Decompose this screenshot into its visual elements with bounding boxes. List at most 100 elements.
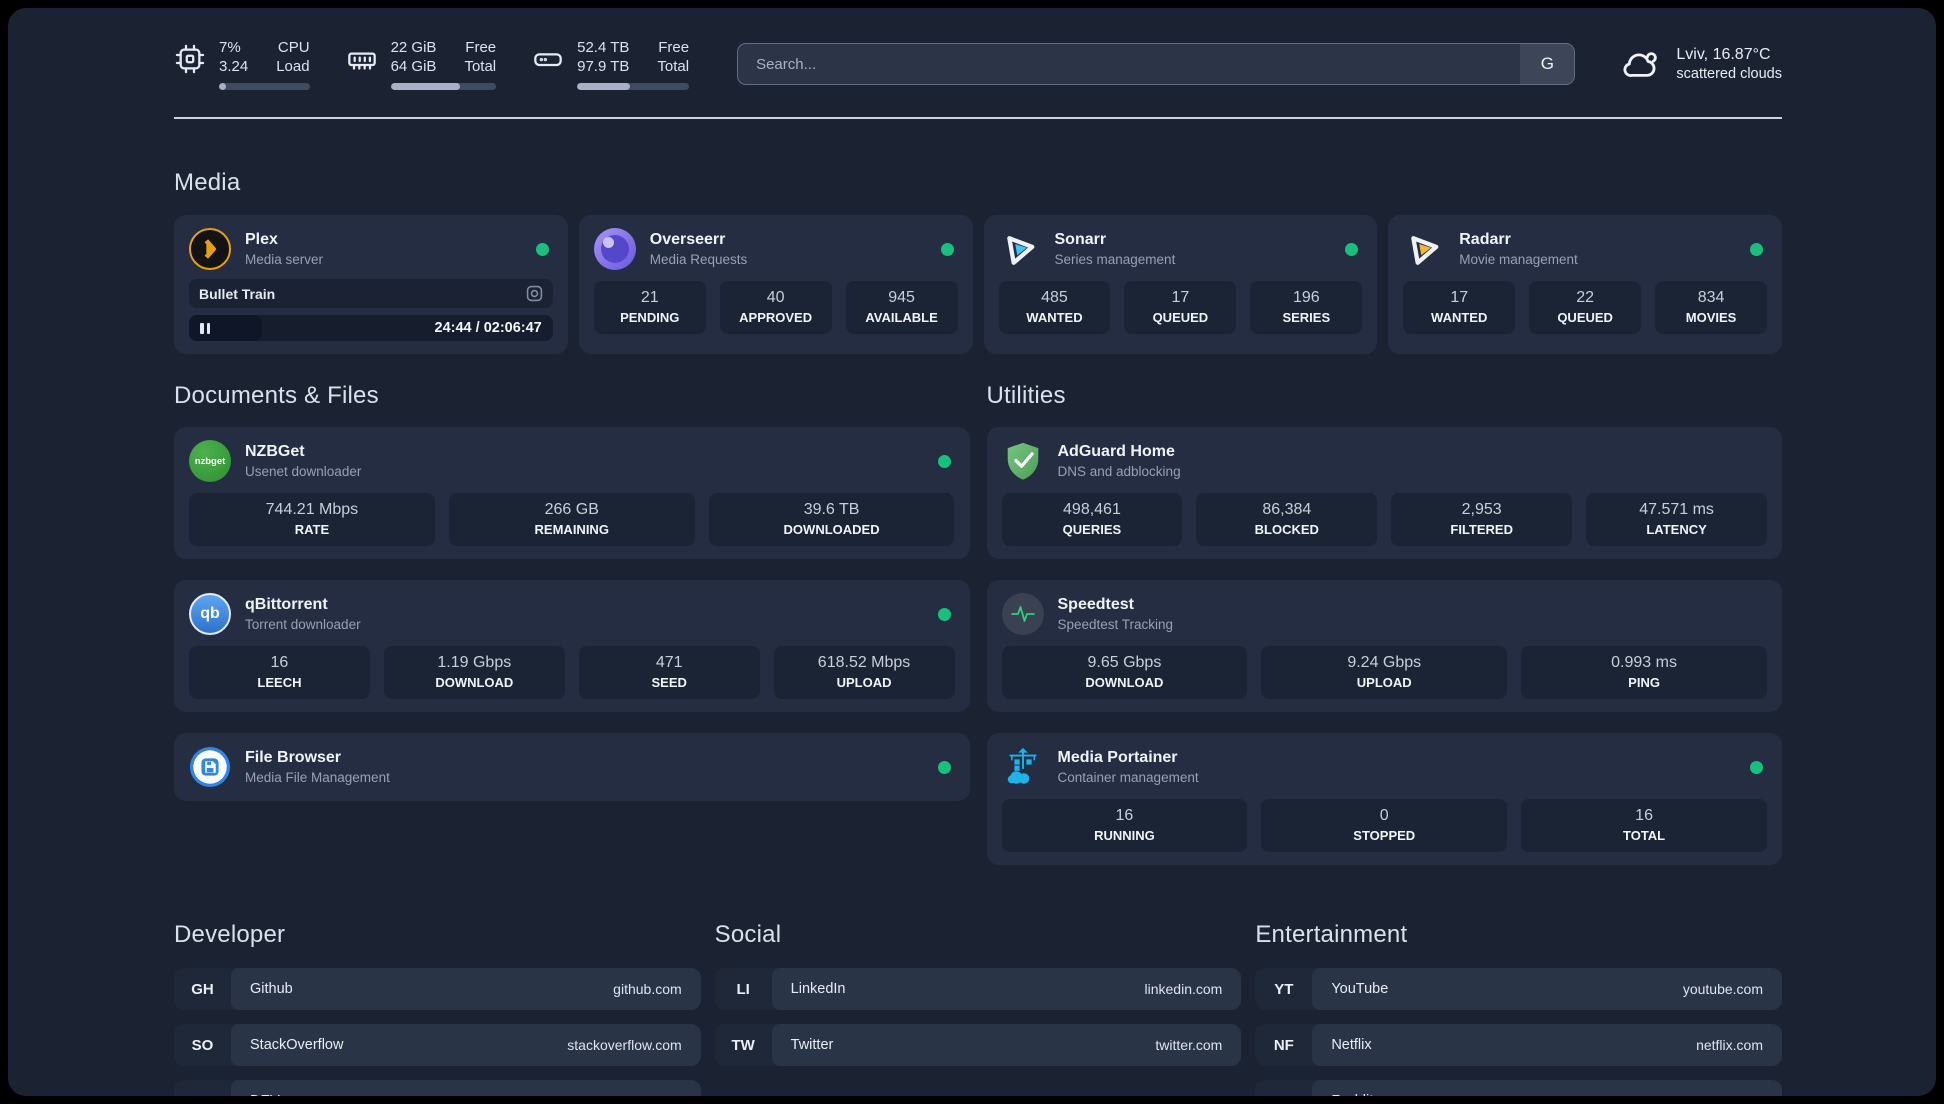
stat-upload: 618.52 Mbps UPLOAD <box>773 646 955 699</box>
ram-free: 22 GiB <box>390 39 437 56</box>
app-name: Radarr <box>1459 230 1511 248</box>
disk-label-1: Free <box>658 39 690 56</box>
status-dot <box>937 607 951 621</box>
card-radarr[interactable]: Radarr Movie management 17 WANTED 22 QUE… <box>1388 215 1782 354</box>
app-name: AdGuard Home <box>1057 442 1175 460</box>
stat-pending: 21 PENDING <box>593 281 706 334</box>
app-desc: Usenet downloader <box>245 463 362 479</box>
disk-label-2: Total <box>657 58 690 75</box>
app-desc: Media File Management <box>245 769 390 785</box>
section-heading-media: Media <box>174 169 241 196</box>
stat-wanted: 17 WANTED <box>1403 281 1516 334</box>
stat-seed: 471 SEED <box>578 646 760 699</box>
ram-label-1: Free <box>465 39 497 56</box>
stat-rate: 744.21 Mbps RATE <box>189 493 435 546</box>
playback-progress-bar: 24:44 / 02:06:47 <box>189 315 553 341</box>
app-desc: Movie management <box>1459 251 1578 267</box>
stat-upload: 9.24 Gbps UPLOAD <box>1261 646 1508 699</box>
bookmark-linkedin[interactable]: LI LinkedIn linkedin.com <box>714 968 1242 1010</box>
stat-ping: 0.993 ms PING <box>1521 646 1767 699</box>
playback-progress-fill <box>189 315 262 341</box>
stat-download: 1.19 Gbps DOWNLOAD <box>383 646 565 699</box>
disk-progress-fill <box>577 83 630 90</box>
card-qbittorrent[interactable]: qb qBittorrent Torrent downloader 16 LEE… <box>174 580 970 712</box>
bookmark-netflix[interactable]: NF Netflix netflix.com <box>1255 1024 1782 1066</box>
app-desc: Series management <box>1054 251 1176 267</box>
disk-icon <box>534 53 562 67</box>
pause-icon[interactable] <box>200 322 204 334</box>
card-filebrowser[interactable]: File Browser Media File Management <box>174 733 970 801</box>
overseerr-icon <box>593 228 636 270</box>
weather-condition: scattered clouds <box>1676 66 1782 82</box>
section-heading-documents: Documents & Files <box>174 382 379 409</box>
app-name: NZBGet <box>245 442 305 460</box>
bookmark-github[interactable]: GH Github github.com <box>174 968 701 1010</box>
section-heading-entertainment: Entertainment <box>1255 921 1408 948</box>
stat-downloaded: 39.6 TB DOWNLOADED <box>708 493 955 546</box>
card-speedtest[interactable]: Speedtest Speedtest Tracking 9.65 Gbps D… <box>986 580 1782 712</box>
bookmark-dev[interactable]: DT DEV dev.to <box>174 1080 701 1096</box>
filebrowser-icon <box>189 746 231 788</box>
app-name: qBittorrent <box>245 595 328 613</box>
bookmark-stackoverflow[interactable]: SO StackOverflow stackoverflow.com <box>174 1024 701 1066</box>
disk-widget: 52.4 TB Free 97.9 TB Total <box>532 38 690 90</box>
card-nzbget[interactable]: nzbget NZBGet Usenet downloader 744.21 M… <box>174 427 970 559</box>
app-desc: Torrent downloader <box>245 616 361 632</box>
stat-series: 196 SERIES <box>1250 281 1363 334</box>
section-utilities: Utilities AdGuard Home DNS and adblockin… <box>986 382 1782 865</box>
ram-icon <box>347 52 376 70</box>
cpu-label-1: CPU <box>277 39 310 56</box>
ram-label-2: Total <box>464 58 497 75</box>
stat-movies: 834 MOVIES <box>1655 281 1768 334</box>
media-card-grid: Plex Media server Bullet Train 24:44 / 0… <box>174 215 1782 354</box>
status-dot <box>535 242 549 256</box>
stat-total: 16 TOTAL <box>1521 799 1767 852</box>
stat-leech: 16 LEECH <box>189 646 370 699</box>
cpu-load: 3.24 <box>219 58 249 75</box>
cpu-progress-fill <box>219 83 227 90</box>
stat-running: 16 RUNNING <box>1001 799 1248 852</box>
top-bar: 7% CPU 3.24 Load 22 GiB Free 64 GiB Tota… <box>174 38 1782 90</box>
stat-wanted: 485 WANTED <box>998 281 1111 334</box>
app-desc: Speedtest Tracking <box>1057 616 1174 632</box>
card-overseerr[interactable]: Overseerr Media Requests 21 PENDING 40 A… <box>578 215 973 354</box>
bookmark-reddit[interactable]: RE Reddit reddit.com <box>1255 1080 1782 1096</box>
app-name: File Browser <box>245 748 342 766</box>
app-name: Media Portainer <box>1057 748 1178 766</box>
speedtest-icon <box>1001 593 1044 635</box>
section-documents-files: Documents & Files nzbget NZBGet Usenet d… <box>174 382 970 865</box>
ram-progress-bar <box>390 83 497 90</box>
stat-latency: 47.571 ms LATENCY <box>1586 493 1767 546</box>
stat-remaining: 266 GB REMAINING <box>448 493 695 546</box>
card-sonarr[interactable]: Sonarr Series management 485 WANTED 17 Q… <box>983 215 1378 354</box>
stat-queries: 498,461 QUERIES <box>1001 493 1183 546</box>
status-dot <box>1345 242 1359 256</box>
card-plex[interactable]: Plex Media server Bullet Train 24:44 / 0… <box>174 215 568 354</box>
search-engine-button[interactable]: G <box>1520 44 1575 84</box>
section-heading-utilities: Utilities <box>986 382 1066 409</box>
plex-icon <box>189 228 231 270</box>
cloud-icon <box>1623 52 1658 77</box>
stat-download: 9.65 Gbps DOWNLOAD <box>1001 646 1248 699</box>
app-desc: Media server <box>245 251 324 267</box>
bookmark-twitter[interactable]: TW Twitter twitter.com <box>714 1024 1242 1066</box>
session-icon[interactable] <box>526 285 543 302</box>
ram-total: 64 GiB <box>390 58 437 75</box>
weather-location-temp: Lviv, 16.87°C <box>1676 46 1771 63</box>
stat-filtered: 2,953 FILTERED <box>1391 493 1573 546</box>
card-portainer[interactable]: Media Portainer Container management 16 … <box>986 733 1782 865</box>
cpu-widget: 7% CPU 3.24 Load <box>174 38 310 90</box>
card-adguard[interactable]: AdGuard Home DNS and adblocking 498,461 … <box>986 427 1782 559</box>
disk-total: 97.9 TB <box>577 58 630 75</box>
status-dot <box>937 760 951 774</box>
search-input[interactable] <box>738 44 1521 84</box>
status-dot <box>937 454 951 468</box>
disk-progress-bar <box>577 83 690 90</box>
sonarr-icon <box>999 228 1041 270</box>
bookmark-youtube[interactable]: YT YouTube youtube.com <box>1255 968 1782 1010</box>
bookmarks-developer: Developer GH Github github.com SO StackO… <box>174 921 701 1096</box>
cpu-label-2: Load <box>276 58 310 75</box>
cpu-percent: 7% <box>219 39 241 56</box>
dashboard-page: 7% CPU 3.24 Load 22 GiB Free 64 GiB Tota… <box>8 8 1936 1096</box>
cpu-icon <box>175 44 205 74</box>
